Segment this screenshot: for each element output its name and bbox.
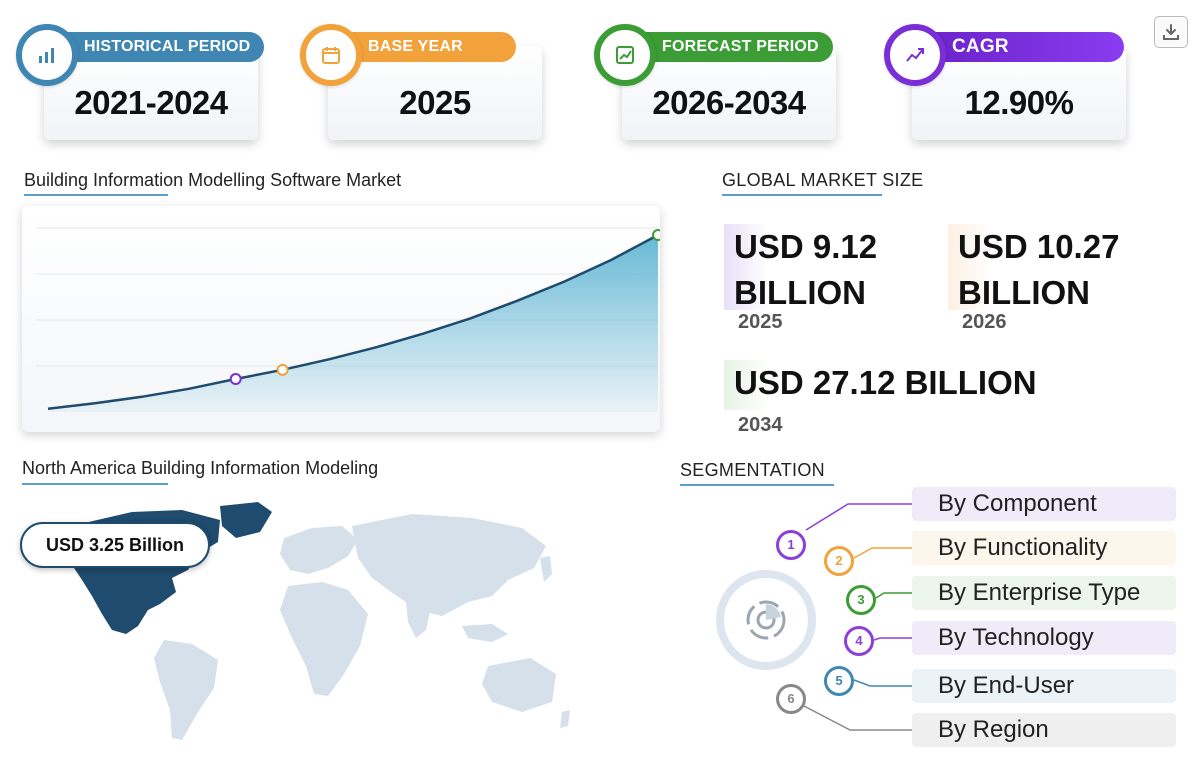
segment-by-region[interactable]: By Region bbox=[912, 713, 1176, 747]
segment-number-2: 2 bbox=[824, 546, 854, 576]
segment-by-functionality[interactable]: By Functionality bbox=[912, 531, 1176, 565]
segment-number-4: 4 bbox=[844, 626, 874, 656]
segment-by-technology[interactable]: By Technology bbox=[912, 621, 1176, 655]
segmentation-connectors bbox=[803, 503, 912, 731]
segment-number-3: 3 bbox=[846, 585, 876, 615]
segment-number-6: 6 bbox=[776, 684, 806, 714]
segment-number-1: 1 bbox=[776, 530, 806, 560]
segment-by-component[interactable]: By Component bbox=[912, 487, 1176, 521]
segmentation-center bbox=[716, 570, 816, 670]
segment-by-end-user[interactable]: By End-User bbox=[912, 669, 1176, 703]
segmentation-icon bbox=[746, 600, 786, 640]
segment-by-enterprise-type[interactable]: By Enterprise Type bbox=[912, 576, 1176, 610]
segment-number-5: 5 bbox=[824, 666, 854, 696]
